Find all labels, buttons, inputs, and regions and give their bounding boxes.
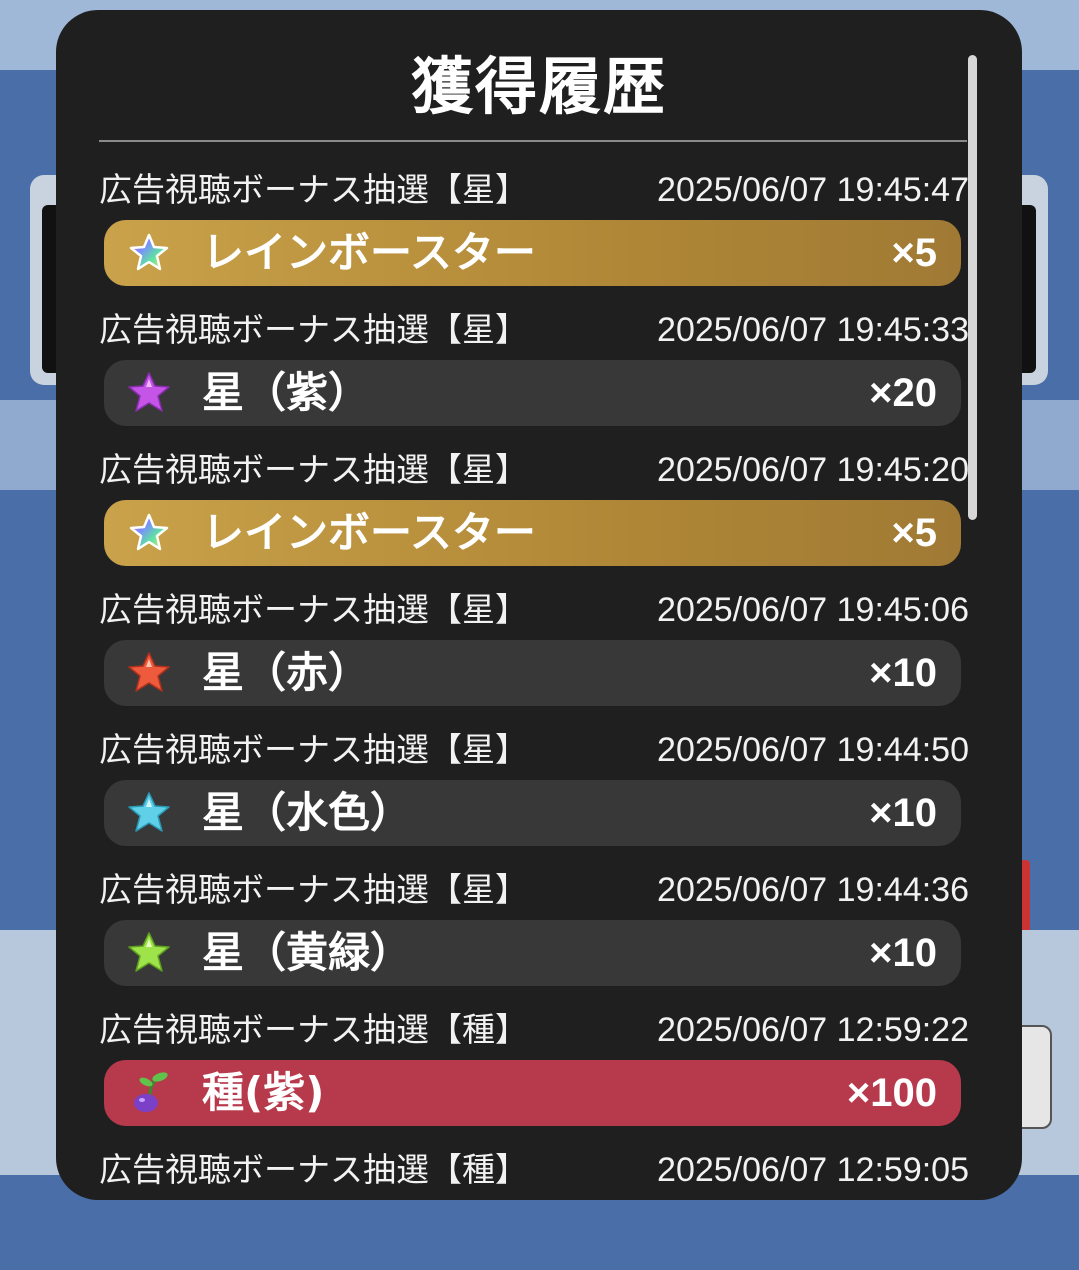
reward-quantity: ×20 <box>869 371 937 415</box>
red-star-icon <box>128 652 170 692</box>
history-entry: 広告視聴ボーナス抽選【星】 2025/06/07 19:45:20 レインボース… <box>99 430 969 570</box>
entry-meta: 広告視聴ボーナス抽選【星】 2025/06/07 19:45:20 <box>99 450 969 490</box>
entry-timestamp: 2025/06/07 12:59:05 <box>657 1151 969 1189</box>
light-blue-star-icon <box>128 792 170 832</box>
title-divider <box>99 140 967 142</box>
history-entry: 広告視聴ボーナス抽選【星】 2025/06/07 19:45:06 星（赤） ×… <box>99 570 969 710</box>
history-entry: 広告視聴ボーナス抽選【種】 2025/06/07 12:59:22 種(紫) ×… <box>99 990 969 1130</box>
entry-timestamp: 2025/06/07 19:45:33 <box>657 311 969 349</box>
reward-quantity: ×5 <box>891 231 937 275</box>
reward-name: 星（赤） <box>202 648 371 697</box>
entry-timestamp: 2025/06/07 19:45:06 <box>657 591 969 629</box>
history-entry: 広告視聴ボーナス抽選【星】 2025/06/07 19:44:36 星（黄緑） … <box>99 850 969 990</box>
modal-title: 獲得履歴 <box>410 50 667 123</box>
reward-quantity: ×10 <box>869 791 937 835</box>
entry-source: 広告視聴ボーナス抽選【星】 <box>99 170 528 209</box>
entry-timestamp: 2025/06/07 19:44:50 <box>657 731 969 769</box>
reward-pill: レインボースター ×5 <box>104 220 961 286</box>
reward-quantity: ×10 <box>869 651 937 695</box>
reward-quantity: ×5 <box>891 511 937 555</box>
reward-name: 種(紫) <box>202 1068 325 1117</box>
entry-meta: 広告視聴ボーナス抽選【星】 2025/06/07 19:45:47 <box>99 170 969 210</box>
rainbow-star-icon <box>129 513 169 551</box>
entry-source: 広告視聴ボーナス抽選【星】 <box>99 450 528 489</box>
entry-source: 広告視聴ボーナス抽選【星】 <box>99 730 528 769</box>
entry-meta: 広告視聴ボーナス抽選【種】 2025/06/07 12:59:22 <box>99 1010 969 1050</box>
history-entry: 広告視聴ボーナス抽選【星】 2025/06/07 19:45:47 レインボース… <box>99 150 969 290</box>
entry-meta: 広告視聴ボーナス抽選【星】 2025/06/07 19:44:36 <box>99 870 969 910</box>
reward-name: レインボースター <box>202 228 536 277</box>
reward-quantity: ×100 <box>846 1071 937 1115</box>
reward-name: 星（紫） <box>202 368 371 417</box>
entry-timestamp: 2025/06/07 19:44:36 <box>657 871 969 909</box>
entry-source: 広告視聴ボーナス抽選【種】 <box>99 1010 528 1049</box>
entry-meta: 広告視聴ボーナス抽選【種】 2025/06/07 12:59:05 <box>99 1150 969 1190</box>
purple-seed-icon <box>134 1072 168 1112</box>
entry-source: 広告視聴ボーナス抽選【星】 <box>99 870 528 909</box>
entry-timestamp: 2025/06/07 12:59:22 <box>657 1011 969 1049</box>
history-entry: 広告視聴ボーナス抽選【星】 2025/06/07 19:44:50 星（水色） … <box>99 710 969 850</box>
entry-meta: 広告視聴ボーナス抽選【星】 2025/06/07 19:44:50 <box>99 730 969 770</box>
reward-pill: 星（黄緑） ×10 <box>104 920 961 986</box>
entry-meta: 広告視聴ボーナス抽選【星】 2025/06/07 19:45:33 <box>99 310 969 350</box>
purple-star-icon <box>128 372 170 412</box>
history-modal: 獲得履歴 広告視聴ボーナス抽選【星】 2025/06/07 19:45:47 レ… <box>56 10 1022 1200</box>
entry-timestamp: 2025/06/07 19:45:20 <box>657 451 969 489</box>
history-entry: 広告視聴ボーナス抽選【星】 2025/06/07 19:45:33 星（紫） ×… <box>99 290 969 430</box>
entry-meta: 広告視聴ボーナス抽選【星】 2025/06/07 19:45:06 <box>99 590 969 630</box>
entry-source: 広告視聴ボーナス抽選【星】 <box>99 310 528 349</box>
reward-name: 星（黄緑） <box>202 928 413 977</box>
reward-pill: 星（紫） ×20 <box>104 360 961 426</box>
reward-name: 星（水色） <box>202 788 413 837</box>
reward-pill: 種(紫) ×100 <box>104 1060 961 1126</box>
history-entry: 広告視聴ボーナス抽選【種】 2025/06/07 12:59:05 <box>99 1130 969 1270</box>
entry-source: 広告視聴ボーナス抽選【星】 <box>99 590 528 629</box>
rainbow-star-icon <box>129 233 169 271</box>
yellow-green-star-icon <box>128 932 170 972</box>
entry-source: 広告視聴ボーナス抽選【種】 <box>99 1150 528 1189</box>
reward-pill: レインボースター ×5 <box>104 500 961 566</box>
scrollbar[interactable] <box>968 55 977 520</box>
reward-pill: 星（赤） ×10 <box>104 640 961 706</box>
entry-timestamp: 2025/06/07 19:45:47 <box>657 171 969 209</box>
reward-quantity: ×10 <box>869 931 937 975</box>
reward-pill: 星（水色） ×10 <box>104 780 961 846</box>
reward-name: レインボースター <box>202 508 536 557</box>
history-list[interactable]: 広告視聴ボーナス抽選【星】 2025/06/07 19:45:47 レインボース… <box>99 150 969 1270</box>
